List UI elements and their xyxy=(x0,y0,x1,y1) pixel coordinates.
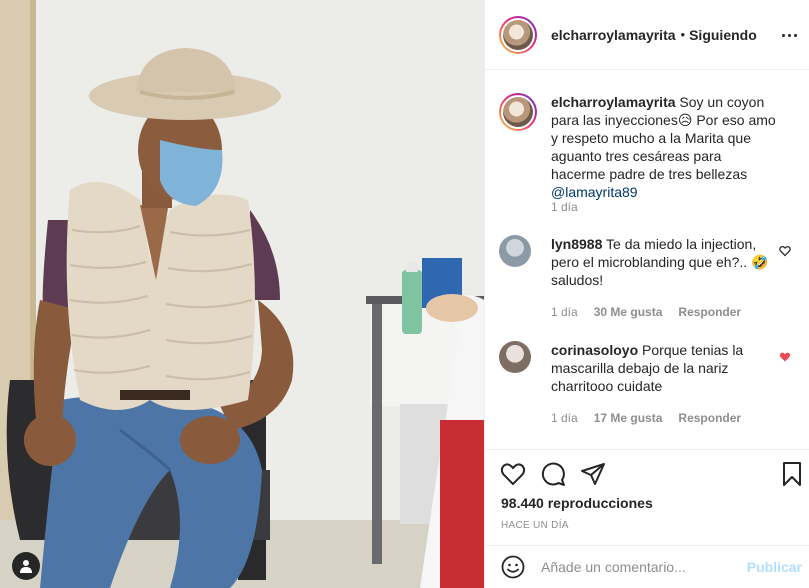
user-tag-button[interactable] xyxy=(12,552,40,580)
emoji-icon[interactable] xyxy=(501,555,525,579)
comment-likes[interactable]: 30 Me gusta xyxy=(594,305,663,319)
comment-input[interactable] xyxy=(541,559,761,575)
commenter-username[interactable]: lyn8988 xyxy=(551,236,602,252)
caption-time[interactable]: 1 día xyxy=(551,200,578,214)
comment-meta: 1 día 30 Me gusta Responder xyxy=(551,305,741,319)
post-time[interactable]: HACE UN DÍA xyxy=(501,520,569,531)
more-options-icon[interactable] xyxy=(777,25,801,45)
comment-meta: 1 día 17 Me gusta Responder xyxy=(551,411,741,425)
comment-time[interactable]: 1 día xyxy=(551,305,578,319)
reply-button[interactable]: Responder xyxy=(678,305,741,319)
bookmark-icon[interactable] xyxy=(778,460,806,488)
follow-status-button[interactable]: Siguiendo xyxy=(689,27,757,43)
publish-button[interactable]: Publicar xyxy=(747,559,802,575)
comment-like-heart-icon[interactable] xyxy=(779,245,791,257)
comments-section: elcharroylamayrita Soy un coyon para las… xyxy=(485,71,809,448)
reply-button[interactable]: Responder xyxy=(678,411,741,425)
comment-icon[interactable] xyxy=(539,460,567,488)
caption-mention-link[interactable]: @lamayrita89 xyxy=(551,184,638,200)
share-icon[interactable] xyxy=(579,460,607,488)
commenter-username[interactable]: corinasoloyo xyxy=(551,342,638,358)
post-media[interactable] xyxy=(0,0,484,588)
author-username[interactable]: elcharroylamayrita xyxy=(551,27,676,43)
caption-avatar[interactable] xyxy=(499,93,537,131)
caption-username[interactable]: elcharroylamayrita xyxy=(551,94,676,110)
comment-liked-heart-icon[interactable] xyxy=(779,351,791,363)
post-side-panel: elcharroylamayrita • Siguiendo elcharroy… xyxy=(484,0,809,588)
heart-icon[interactable] xyxy=(499,460,527,488)
commenter-avatar[interactable] xyxy=(499,235,531,267)
separator-dot: • xyxy=(680,27,686,42)
comment-composer: Publicar xyxy=(485,545,809,588)
video-frame xyxy=(0,0,484,588)
post-header: elcharroylamayrita • Siguiendo xyxy=(485,0,809,70)
commenter-avatar[interactable] xyxy=(499,341,531,373)
comment-text-block: corinasoloyo Porque tenias la mascarilla… xyxy=(551,341,779,395)
comment-text-block: lyn8988 Te da miedo la injection, pero e… xyxy=(551,235,779,289)
user-tag-icon xyxy=(20,560,32,573)
caption-meta: 1 día xyxy=(551,200,578,214)
comment-likes[interactable]: 17 Me gusta xyxy=(594,411,663,425)
comment-time[interactable]: 1 día xyxy=(551,411,578,425)
caption-text-block: elcharroylamayrita Soy un coyon para las… xyxy=(551,93,779,201)
post-actions: 98.440 reproducciones HACE UN DÍA xyxy=(485,449,809,544)
author-avatar[interactable] xyxy=(499,15,537,54)
view-count[interactable]: 98.440 reproducciones xyxy=(501,495,653,511)
